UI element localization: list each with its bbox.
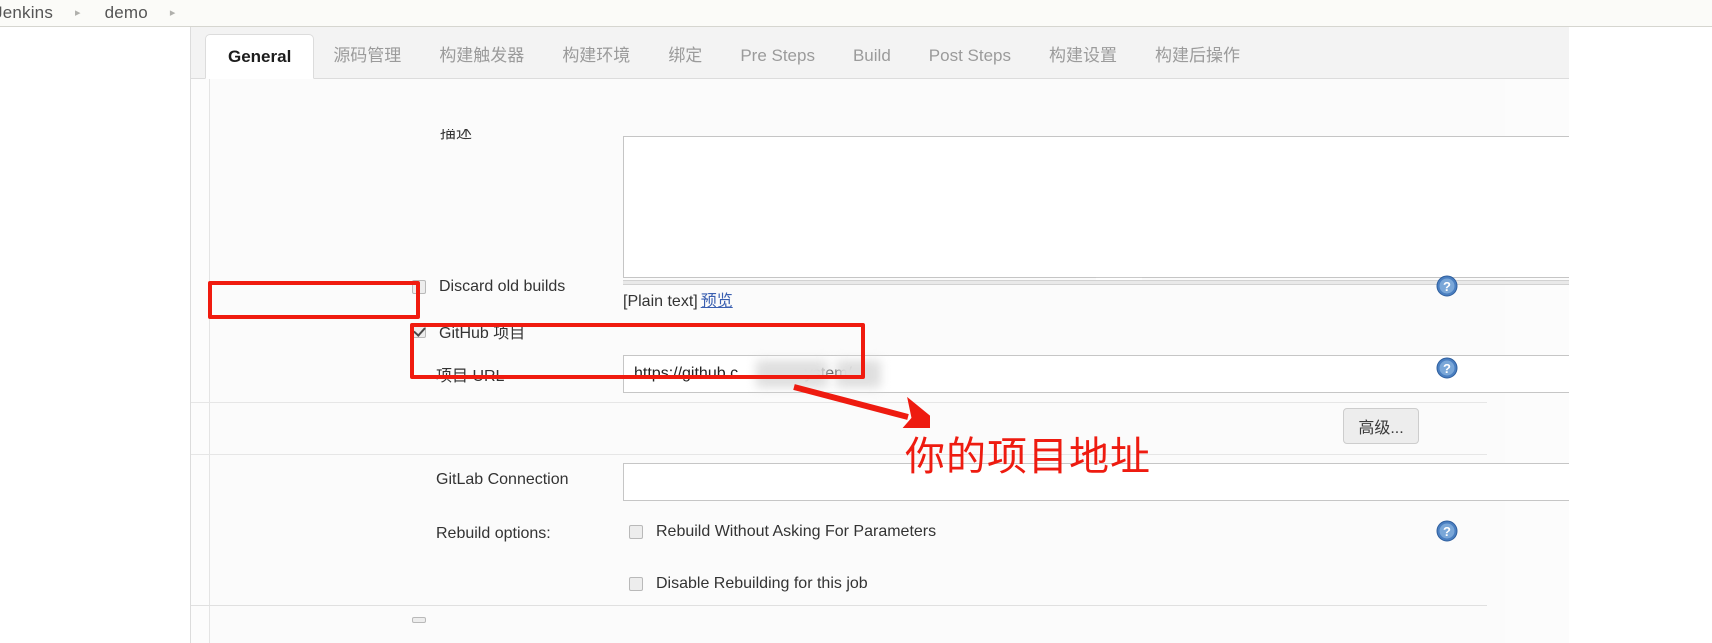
- breadcrumb: Jenkins ▸ demo ▸: [0, 0, 1712, 27]
- plain-text-label: [Plain text]: [623, 293, 698, 310]
- disable-rebuilding-checkbox[interactable]: [629, 577, 643, 591]
- tab-pre-steps[interactable]: Pre Steps: [721, 34, 834, 78]
- description-scrollbar[interactable]: [623, 280, 1569, 285]
- rebuild-options-row: Rebuild options:: [436, 525, 551, 543]
- github-project-checkbox[interactable]: [412, 324, 426, 338]
- config-form-area: 描述 [Plain text] 预览 Discard old builds ? G…: [191, 79, 1569, 643]
- preview-link[interactable]: 预览: [701, 293, 733, 310]
- job-config-panel: General 源码管理 构建触发器 构建环境 绑定 Pre Steps Bui…: [190, 27, 1569, 643]
- project-url-label: 项目 URL: [436, 368, 505, 385]
- tab-build-triggers[interactable]: 构建触发器: [420, 34, 543, 78]
- disable-rebuilding-label: Disable Rebuilding for this job: [656, 575, 868, 592]
- breadcrumb-item-demo[interactable]: demo: [103, 3, 150, 23]
- rebuild-without-asking-checkbox[interactable]: [629, 525, 643, 539]
- advanced-button[interactable]: 高级...: [1343, 408, 1419, 444]
- svg-text:?: ?: [1443, 524, 1451, 539]
- help-question-icon[interactable]: ?: [1436, 357, 1458, 379]
- tab-general[interactable]: General: [205, 34, 315, 79]
- svg-text:?: ?: [1443, 279, 1451, 294]
- next-option-row: [412, 617, 426, 623]
- redaction-patch: [756, 360, 828, 388]
- gitlab-connection-label: GitLab Connection: [436, 471, 569, 488]
- discard-old-builds-label: Discard old builds: [439, 278, 566, 295]
- config-tab-bar: General 源码管理 构建触发器 构建环境 绑定 Pre Steps Bui…: [191, 27, 1569, 79]
- redaction-patch: [836, 360, 881, 388]
- tab-source-management[interactable]: 源码管理: [314, 34, 420, 78]
- github-project-row: GitHub 项目: [412, 319, 525, 343]
- breadcrumb-item-jenkins[interactable]: Jenkins: [0, 3, 55, 23]
- project-url-row: 项目 URL: [436, 362, 504, 386]
- rebuild-without-asking-label: Rebuild Without Asking For Parameters: [656, 523, 937, 540]
- discard-old-builds-checkbox[interactable]: [412, 280, 426, 294]
- rebuild-without-asking-row: Rebuild Without Asking For Parameters: [629, 523, 936, 541]
- tab-build[interactable]: Build: [834, 34, 910, 78]
- discard-old-builds-row: Discard old builds: [412, 278, 565, 296]
- rebuild-options-label: Rebuild options:: [436, 525, 551, 542]
- tab-post-build-actions[interactable]: 构建后操作: [1136, 34, 1259, 78]
- description-textarea[interactable]: [623, 136, 1569, 278]
- tab-post-steps[interactable]: Post Steps: [910, 34, 1030, 78]
- chevron-right-icon: ▸: [169, 6, 176, 19]
- tab-bindings[interactable]: 绑定: [649, 34, 721, 78]
- plain-text-note: [Plain text] 预览: [623, 287, 733, 311]
- help-question-icon[interactable]: ?: [1436, 520, 1458, 542]
- divider: [191, 402, 1487, 403]
- divider: [191, 605, 1487, 606]
- disable-rebuilding-row: Disable Rebuilding for this job: [629, 575, 868, 593]
- chevron-right-icon: ▸: [75, 6, 81, 19]
- gitlab-connection-row: GitLab Connection: [436, 471, 569, 489]
- divider: [191, 454, 1487, 455]
- annotation-text: 你的项目地址: [905, 435, 1151, 479]
- tab-build-environment[interactable]: 构建环境: [543, 34, 649, 78]
- tab-build-settings[interactable]: 构建设置: [1030, 34, 1136, 78]
- description-label: 描述: [440, 129, 473, 141]
- github-project-label: GitHub 项目: [439, 325, 526, 342]
- svg-text:?: ?: [1443, 361, 1451, 376]
- help-question-icon[interactable]: ?: [1436, 275, 1458, 297]
- next-option-checkbox[interactable]: [412, 617, 426, 623]
